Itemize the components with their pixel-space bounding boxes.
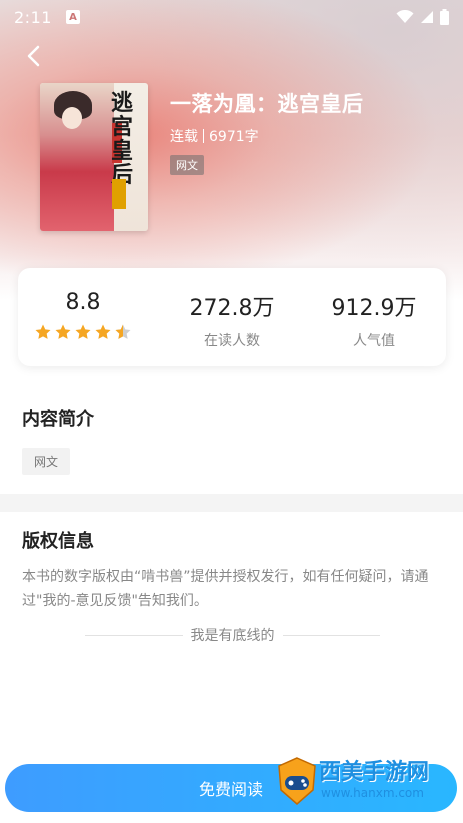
status-bar: 2:11 A xyxy=(0,0,463,34)
star-full-icon xyxy=(35,324,51,339)
copyright-text: 本书的数字版权由“啃书兽”提供并授权发行，如有任何疑问，请通过"我的-意见反馈"… xyxy=(22,569,429,609)
end-of-list-text: 我是有底线的 xyxy=(190,628,275,644)
end-of-list-indicator: 我是有底线的 xyxy=(85,625,380,645)
star-full-icon xyxy=(75,324,91,339)
intro-tag-chip: 网文 xyxy=(22,448,71,475)
watermark-name: 西美手游网 xyxy=(319,760,430,785)
end-rule-left xyxy=(85,634,183,636)
book-cover: 逃宫皇后 xyxy=(40,83,148,231)
popularity-label: 人气值 xyxy=(353,333,395,349)
star-full-icon xyxy=(95,324,111,339)
back-button[interactable] xyxy=(20,42,48,70)
signal-icon xyxy=(421,11,433,23)
watermark-url: www.hanxm.com xyxy=(321,786,424,800)
cover-title: 逃宫皇后 xyxy=(110,90,133,188)
status-time: 2:11 xyxy=(14,7,52,27)
star-full-icon xyxy=(55,324,71,339)
free-read-label: 免费阅读 xyxy=(198,780,263,799)
gamepad-logo-icon xyxy=(278,757,316,805)
status-icons xyxy=(396,9,449,25)
section-divider xyxy=(0,494,463,512)
book-title: 一落为凰：逃宫皇后 xyxy=(170,92,364,116)
cover-figure-face xyxy=(62,107,82,129)
star-half-icon xyxy=(115,324,131,339)
book-genre-tag: 网文 xyxy=(170,155,204,175)
readers-label: 在读人数 xyxy=(204,333,260,349)
chevron-left-icon xyxy=(27,45,40,67)
rating-stat: 8.8 xyxy=(18,290,148,341)
book-status: 连载 xyxy=(170,129,198,145)
rating-value: 8.8 xyxy=(65,290,101,315)
stats-card: 8.8 272.8万 在读人数 912.9万 人气值 xyxy=(18,268,446,366)
rating-stars xyxy=(18,323,148,341)
popularity-stat: 912.9万 人气值 xyxy=(309,290,439,350)
battery-icon xyxy=(440,9,449,25)
notification-icon: A xyxy=(65,10,80,24)
intro-heading: 内容简介 xyxy=(22,409,94,430)
book-meta: 连载 6971字 xyxy=(170,126,259,146)
popularity-value: 912.9万 xyxy=(331,296,417,321)
copyright-heading: 版权信息 xyxy=(22,531,94,552)
readers-value: 272.8万 xyxy=(189,296,275,321)
wifi-icon xyxy=(396,10,414,23)
end-rule-right xyxy=(282,634,380,636)
cover-author-tag xyxy=(112,179,126,209)
watermark: 西美手游网 www.hanxm.com xyxy=(275,752,463,812)
readers-stat: 272.8万 在读人数 xyxy=(167,290,297,350)
book-word-count: 6971字 xyxy=(209,129,259,145)
meta-divider xyxy=(203,129,204,143)
